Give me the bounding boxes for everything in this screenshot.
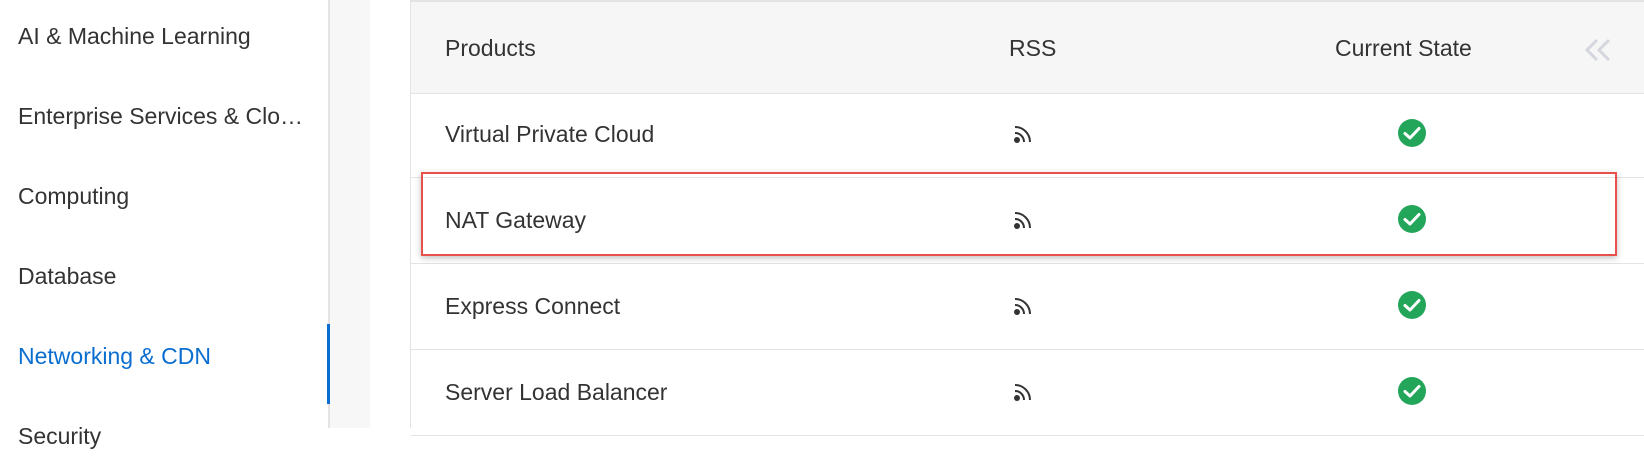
column-header-products: Products: [445, 35, 536, 61]
product-name: Server Load Balancer: [445, 379, 668, 405]
product-name: NAT Gateway: [445, 207, 587, 233]
status-ok-icon: [1397, 204, 1427, 234]
double-chevron-left-icon[interactable]: [1579, 34, 1615, 66]
status-ok-icon: [1397, 290, 1427, 320]
rss-icon[interactable]: [1011, 294, 1035, 318]
rss-icon[interactable]: [1011, 208, 1035, 232]
table-header: Products RSS Current State: [411, 2, 1644, 94]
sidebar-item-security[interactable]: Security: [18, 416, 318, 456]
table-row: NAT Gateway: [411, 178, 1644, 264]
gutter: [330, 0, 370, 428]
sidebar-item-computing[interactable]: Computing: [18, 176, 318, 216]
status-ok-icon: [1397, 376, 1427, 406]
sidebar-item-database[interactable]: Database: [18, 256, 318, 296]
category-sidebar: AI & Machine Learning Enterprise Service…: [0, 0, 330, 449]
rss-icon[interactable]: [1011, 380, 1035, 404]
table-row: Express Connect: [411, 264, 1644, 350]
column-header-rss: RSS: [1009, 35, 1057, 61]
products-table: Products RSS Current State Virtual Priva…: [410, 0, 1644, 436]
product-name: Express Connect: [445, 293, 621, 319]
rss-icon[interactable]: [1011, 122, 1035, 146]
sidebar-item-enterprise-services[interactable]: Enterprise Services & Clo…: [18, 96, 318, 136]
column-header-current-state: Current State: [1335, 35, 1472, 61]
table-row: Virtual Private Cloud: [411, 92, 1644, 178]
sidebar-item-networking-cdn[interactable]: Networking & CDN: [18, 336, 318, 376]
sidebar-item-ai-machine-learning[interactable]: AI & Machine Learning: [18, 16, 318, 56]
status-ok-icon: [1397, 118, 1427, 148]
table-row: Server Load Balancer: [411, 350, 1644, 436]
product-name: Virtual Private Cloud: [445, 121, 655, 147]
